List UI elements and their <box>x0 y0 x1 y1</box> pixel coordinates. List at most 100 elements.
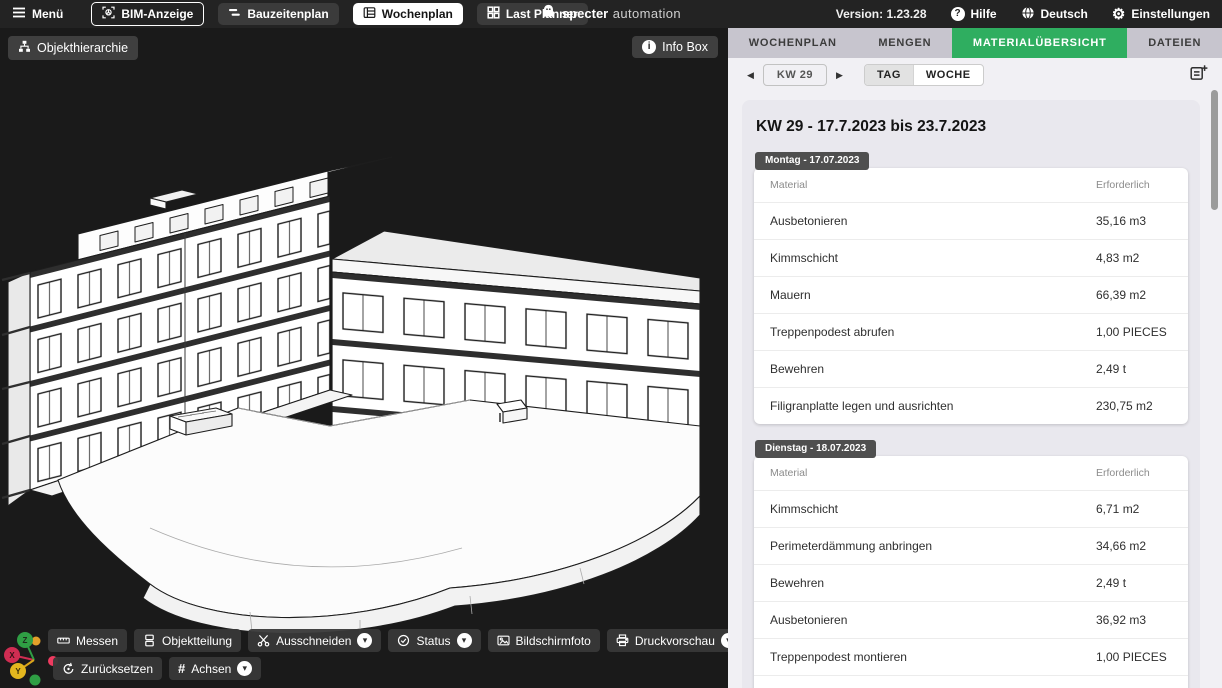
table-row: Perimeterdämmung anbringen34,66 m2 <box>754 527 1188 564</box>
toggle-woche[interactable]: WOCHE <box>914 65 983 85</box>
next-week-button[interactable]: ▶ <box>831 68 848 83</box>
day-badge: Dienstag - 18.07.2023 <box>755 440 876 458</box>
week-navigation: ◀ KW 29 ▶ TAG WOCHE <box>728 58 1222 92</box>
gizmo-x-label: X <box>9 651 15 660</box>
bim-view-icon <box>102 6 115 22</box>
table-row: Treppenpodest montieren1,00 PIECES <box>754 638 1188 675</box>
material-table: Material Erforderlich Kimmschicht6,71 m2… <box>754 456 1188 688</box>
ruler-icon <box>57 634 70 647</box>
day-section: Dienstag - 18.07.2023 Material Erforderl… <box>754 438 1188 688</box>
status-check-icon <box>397 634 410 647</box>
reset-icon <box>62 662 75 675</box>
panel-scroll-area[interactable]: KW 29 - 17.7.2023 bis 23.7.2023 Montag -… <box>728 92 1222 688</box>
nav-label: Wochenplan <box>382 7 453 21</box>
nav-bauzeitenplan[interactable]: Bauzeitenplan <box>218 3 338 25</box>
material-quantity: 1,00 PIECES <box>1096 325 1172 339</box>
printer-icon <box>616 634 629 647</box>
material-table-body: Ausbetonieren35,16 m3Kimmschicht4,83 m2M… <box>754 202 1188 424</box>
table-row: Kimmschicht6,71 m2 <box>754 490 1188 527</box>
material-name: Treppenpodest montieren <box>770 650 1096 664</box>
scissors-icon <box>257 634 270 647</box>
chevron-down-icon[interactable]: ▾ <box>237 661 252 676</box>
material-name: Treppenpodest abrufen <box>770 325 1096 339</box>
material-quantity: 2,49 t <box>1096 362 1172 376</box>
reset-view-button[interactable]: Zurücksetzen <box>53 657 162 680</box>
axes-icon: # <box>178 662 185 675</box>
gizmo-y-label: Y <box>15 667 21 676</box>
hierarchy-icon <box>18 40 31 56</box>
material-col-header: Material <box>770 467 1096 479</box>
screenshot-icon <box>497 634 510 647</box>
nav-wochenplan[interactable]: Wochenplan <box>353 3 463 25</box>
tab-materialuebersicht[interactable]: MATERIALÜBERSICHT <box>952 28 1127 58</box>
info-box-button[interactable]: i Info Box <box>632 36 718 58</box>
table-row: Ausbetonieren35,16 m3 <box>754 202 1188 239</box>
help-label: Hilfe <box>971 7 997 21</box>
object-split-button[interactable]: Objektteilung <box>134 629 241 652</box>
table-row: Filigranplatte legen und ausrichten230,7… <box>754 387 1188 424</box>
top-bar: Menü BIM-Anzeige Bauzeitenplan <box>0 0 1222 28</box>
info-icon: i <box>642 40 656 54</box>
table-row: Treppenpodest abrufen1,00 PIECES <box>754 313 1188 350</box>
button-label: Zurücksetzen <box>81 662 153 676</box>
material-table-header: Material Erforderlich <box>754 168 1188 202</box>
table-row: Ausbetonieren36,92 m3 <box>754 601 1188 638</box>
print-preview-button[interactable]: Druckvorschau ▾ <box>607 629 728 652</box>
button-label: Bildschirmfoto <box>516 634 591 648</box>
material-col-header: Material <box>770 179 1096 191</box>
toggle-tag[interactable]: TAG <box>865 65 914 85</box>
globe-icon <box>1021 6 1035 23</box>
tab-dateien[interactable]: DATEIEN <box>1127 28 1222 58</box>
add-note-icon[interactable] <box>1190 65 1208 86</box>
material-overview-container: KW 29 - 17.7.2023 bis 23.7.2023 Montag -… <box>742 100 1200 688</box>
previous-week-button[interactable]: ◀ <box>742 68 759 83</box>
bim-model[interactable] <box>0 28 728 688</box>
button-label: Ausschneiden <box>276 634 351 648</box>
help-button[interactable]: ? Hilfe <box>951 7 997 21</box>
button-label: Druckvorschau <box>635 634 715 648</box>
measure-button[interactable]: Messen <box>48 629 127 652</box>
cut-button[interactable]: Ausschneiden ▾ <box>248 629 381 652</box>
help-icon: ? <box>951 7 965 21</box>
material-quantity: 1,00 PIECES <box>1096 650 1172 664</box>
gantt-icon <box>228 6 241 22</box>
table-row: Kimmschicht4,83 m2 <box>754 239 1188 276</box>
button-label: Objektteilung <box>162 634 232 648</box>
chevron-down-icon[interactable]: ▾ <box>357 633 372 648</box>
material-quantity: 35,16 m3 <box>1096 214 1172 228</box>
settings-button[interactable]: ⚙ Einstellungen <box>1112 7 1210 22</box>
week-heading: KW 29 - 17.7.2023 bis 23.7.2023 <box>756 118 1188 136</box>
material-quantity: 34,66 m2 <box>1096 539 1172 553</box>
grid-icon <box>487 6 500 22</box>
tab-mengen[interactable]: MENGEN <box>858 28 953 58</box>
gizmo-z-label: Z <box>23 636 28 645</box>
chevron-down-icon[interactable]: ▾ <box>457 633 472 648</box>
material-table: Material Erforderlich Ausbetonieren35,16… <box>754 168 1188 424</box>
table-row: Mauern66,39 m2 <box>754 276 1188 313</box>
tab-wochenplan[interactable]: WOCHENPLAN <box>728 28 858 58</box>
material-name: Mauern <box>770 288 1096 302</box>
scrollbar-thumb[interactable] <box>1211 90 1218 210</box>
language-label: Deutsch <box>1041 7 1088 21</box>
week-plan-icon <box>363 6 376 22</box>
material-name: Bewehren <box>770 362 1096 376</box>
material-name: Kimmschicht <box>770 251 1096 265</box>
material-quantity: 66,39 m2 <box>1096 288 1172 302</box>
bim-viewport[interactable]: Objekthierarchie i Info Box Z X Y <box>0 28 728 688</box>
status-button[interactable]: Status ▾ <box>388 629 480 652</box>
chevron-down-icon[interactable]: ▾ <box>721 633 728 648</box>
nav-bim-anzeige[interactable]: BIM-Anzeige <box>91 2 204 26</box>
nav-label: Bauzeitenplan <box>247 7 328 21</box>
object-hierarchy-button[interactable]: Objekthierarchie <box>8 36 138 60</box>
button-label: Messen <box>76 634 118 648</box>
screenshot-button[interactable]: Bildschirmfoto <box>488 629 600 652</box>
axes-button[interactable]: # Achsen ▾ <box>169 657 261 680</box>
required-col-header: Erforderlich <box>1096 467 1172 479</box>
material-quantity: 36,92 m3 <box>1096 613 1172 627</box>
menu-button[interactable]: Menü <box>12 6 63 22</box>
info-box-label: Info Box <box>662 40 708 54</box>
material-quantity: 2,49 t <box>1096 576 1172 590</box>
material-quantity: 230,75 m2 <box>1096 399 1172 413</box>
language-button[interactable]: Deutsch <box>1021 6 1088 23</box>
week-select-button[interactable]: KW 29 <box>763 64 827 86</box>
